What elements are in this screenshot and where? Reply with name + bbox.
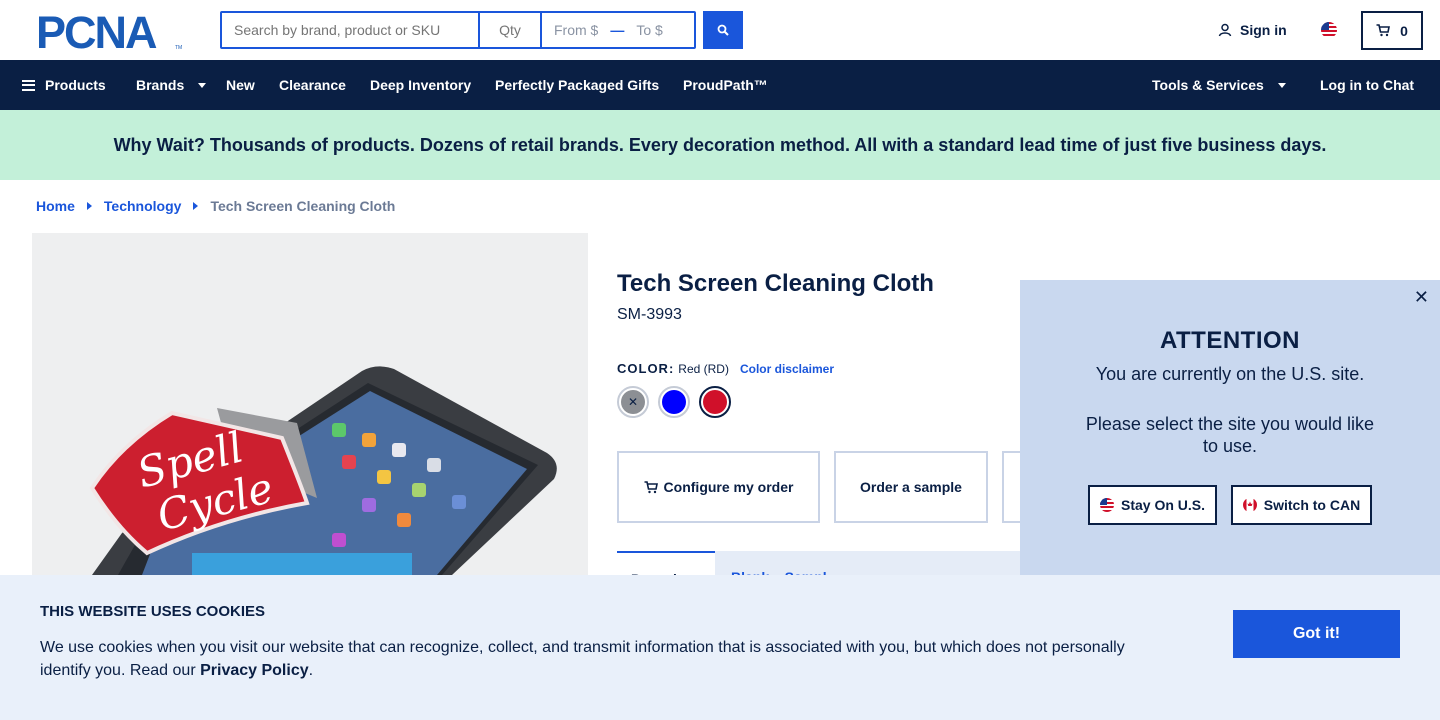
stay-us-label: Stay On U.S. xyxy=(1120,497,1206,513)
price-dash: — xyxy=(610,22,625,38)
breadcrumb-category[interactable]: Technology xyxy=(104,198,182,214)
price-to-input[interactable]: To $ xyxy=(636,22,662,38)
breadcrumb: Home Technology Tech Screen Cleaning Clo… xyxy=(36,198,395,214)
cart-icon xyxy=(1376,24,1391,37)
color-swatches: ✕ xyxy=(617,386,731,418)
nav-proudpath[interactable]: ProudPath™ xyxy=(683,77,768,93)
color-label: COLOR: xyxy=(617,361,675,376)
nav-gifts[interactable]: Perfectly Packaged Gifts xyxy=(495,77,659,93)
product-sku: SM-3993 xyxy=(617,306,682,323)
nav-clearance[interactable]: Clearance xyxy=(279,77,346,93)
close-icon[interactable]: ✕ xyxy=(1414,288,1429,306)
nav-new[interactable]: New xyxy=(226,77,255,93)
order-sample-button[interactable]: Order a sample xyxy=(834,451,988,523)
nav-products-label: Products xyxy=(45,77,106,93)
cart-icon xyxy=(644,480,658,493)
swatch-blue-fill xyxy=(662,390,686,414)
privacy-policy-link[interactable]: Privacy Policy xyxy=(200,662,309,679)
us-flag-icon[interactable] xyxy=(1321,22,1337,38)
breadcrumb-home[interactable]: Home xyxy=(36,198,75,214)
nav-gifts-label: Perfectly Packaged Gifts xyxy=(495,77,660,93)
unavailable-x-icon: ✕ xyxy=(621,390,645,414)
price-range[interactable]: From $ — To $ xyxy=(540,13,694,47)
cookie-text: We use cookies when you visit our websit… xyxy=(40,636,1160,682)
switch-can-button[interactable]: Switch to CAN xyxy=(1231,485,1372,525)
svg-text:TM: TM xyxy=(175,45,182,50)
color-selection: COLOR: Red (RD) Color disclaimer xyxy=(617,361,834,376)
site-header: PCNA TM From $ — To $ Sign in 0 xyxy=(0,0,1440,60)
search-icon xyxy=(717,24,729,36)
swatch-blue[interactable] xyxy=(658,386,690,418)
cart-button[interactable]: 0 xyxy=(1361,11,1423,50)
canada-flag-icon xyxy=(1242,498,1257,512)
promo-text: Why Wait? Thousands of products. Dozens … xyxy=(113,134,1327,155)
breadcrumb-arrow-icon xyxy=(193,202,199,210)
cookie-banner: THIS WEBSITE USES COOKIES We use cookies… xyxy=(0,575,1440,720)
nav-new-label: New xyxy=(226,77,255,93)
product-photo: Spell Cycle xyxy=(89,366,557,575)
sign-in-link[interactable]: Sign in xyxy=(1218,22,1287,38)
nav-brands[interactable]: Brands xyxy=(136,77,207,93)
search-button[interactable] xyxy=(703,11,743,49)
nav-proudpath-label: ProudPath™ xyxy=(683,77,768,93)
us-flag-icon xyxy=(1099,498,1114,512)
attention-message: You are currently on the U.S. site. xyxy=(1095,364,1365,384)
nav-chat[interactable]: Log in to Chat xyxy=(1320,77,1414,93)
swatch-red-fill xyxy=(703,390,727,414)
swatch-gray[interactable]: ✕ xyxy=(617,386,649,418)
swatch-red[interactable] xyxy=(699,386,731,418)
qty-input[interactable] xyxy=(478,13,540,47)
nav-products[interactable]: Products xyxy=(22,77,106,93)
color-value: Red (RD) xyxy=(678,362,729,376)
sign-in-label: Sign in xyxy=(1240,22,1287,38)
promo-banner: Why Wait? Thousands of products. Dozens … xyxy=(0,110,1440,180)
breadcrumb-arrow-icon xyxy=(86,202,92,210)
nav-tools-label: Tools & Services xyxy=(1152,77,1264,93)
price-from-input[interactable]: From $ xyxy=(554,22,598,38)
stay-us-button[interactable]: Stay On U.S. xyxy=(1088,485,1217,525)
nav-deep-inventory[interactable]: Deep Inventory xyxy=(370,77,471,93)
main-nav: Products Brands New Clearance Deep Inven… xyxy=(0,60,1440,110)
search-input[interactable] xyxy=(222,13,478,47)
nav-brands-label: Brands xyxy=(136,77,185,93)
cookie-title: THIS WEBSITE USES COOKIES xyxy=(40,603,266,620)
site-attention-modal: ✕ ATTENTION You are currently on the U.S… xyxy=(1020,280,1440,575)
chevron-down-icon xyxy=(1277,82,1286,88)
user-icon xyxy=(1218,23,1232,37)
logo-text: PCNA xyxy=(36,12,157,50)
configure-order-button[interactable]: Configure my order xyxy=(617,451,820,523)
configure-order-label: Configure my order xyxy=(663,479,794,495)
cart-count: 0 xyxy=(1400,22,1408,39)
nav-deep-inventory-label: Deep Inventory xyxy=(370,77,472,93)
nav-chat-label: Log in to Chat xyxy=(1320,77,1415,93)
search-bar: From $ — To $ xyxy=(220,11,696,49)
nav-clearance-label: Clearance xyxy=(279,77,346,93)
attention-title: ATTENTION xyxy=(1159,327,1301,354)
menu-icon xyxy=(22,79,35,91)
product-image[interactable]: Spell Cycle xyxy=(32,233,588,575)
cookie-period: . xyxy=(308,662,314,679)
order-sample-label: Order a sample xyxy=(860,479,962,495)
chevron-down-icon xyxy=(198,82,207,88)
pcna-logo[interactable]: PCNA TM xyxy=(36,12,186,50)
product-title: Tech Screen Cleaning Cloth xyxy=(617,270,934,297)
attention-prompt: Please select the site you would like to… xyxy=(1085,414,1375,456)
nav-tools[interactable]: Tools & Services xyxy=(1152,77,1286,93)
color-disclaimer-link[interactable]: Color disclaimer xyxy=(740,362,834,376)
switch-can-label: Switch to CAN xyxy=(1263,497,1361,513)
accept-cookies-button[interactable]: Got it! xyxy=(1233,610,1400,658)
breadcrumb-current: Tech Screen Cleaning Cloth xyxy=(210,198,396,214)
